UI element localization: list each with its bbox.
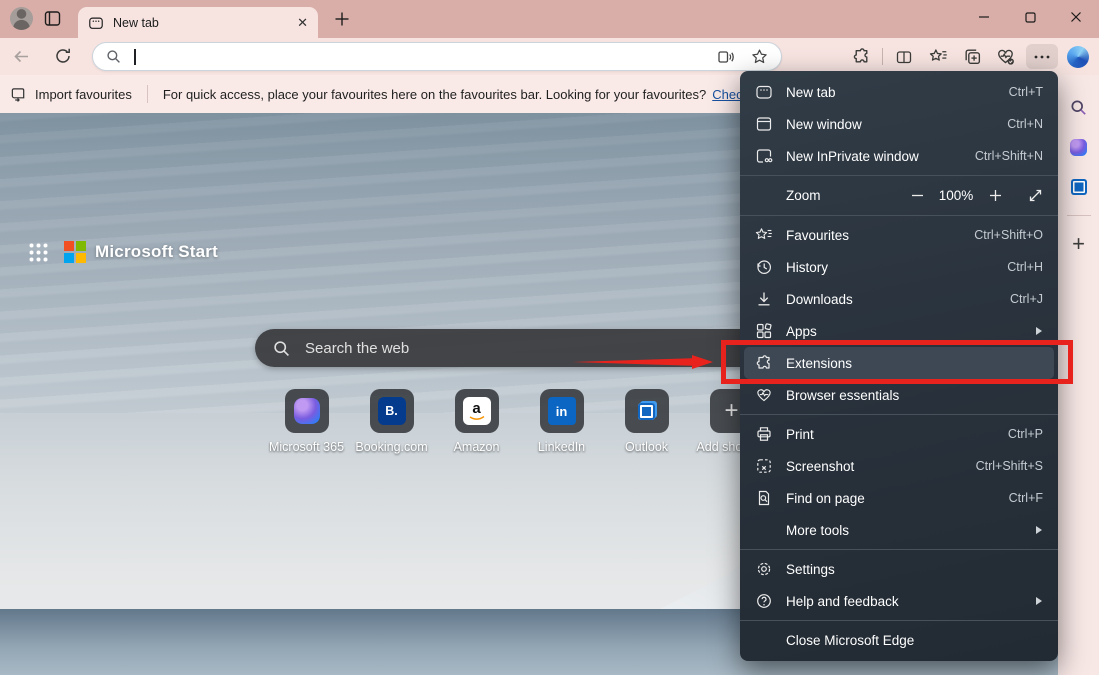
back-icon[interactable]	[12, 47, 31, 66]
menu-item-more-tools[interactable]: More tools	[740, 514, 1058, 546]
toolbar-icons	[844, 38, 1097, 75]
sidebar-microsoft-365-icon[interactable]	[1058, 127, 1099, 167]
menu-item-downloads[interactable]: Downloads Ctrl+J	[740, 283, 1058, 315]
menu-item-new-window[interactable]: New window Ctrl+N	[740, 108, 1058, 140]
read-aloud-icon[interactable]	[717, 48, 735, 66]
search-placeholder: Search the web	[305, 340, 409, 357]
sidebar-search-icon[interactable]	[1058, 87, 1099, 127]
submenu-chevron-icon	[1035, 525, 1043, 535]
tab-title: New tab	[113, 16, 288, 30]
profile-avatar[interactable]	[10, 7, 33, 30]
menu-separator	[740, 414, 1058, 415]
toolbar-divider	[882, 48, 883, 65]
menu-item-close-microsoft-edge[interactable]: Close Microsoft Edge	[740, 624, 1058, 656]
browser-window: New tab ✕	[0, 0, 1099, 675]
copilot-icon[interactable]	[1067, 46, 1089, 68]
address-bar[interactable]	[92, 42, 782, 71]
history-icon	[754, 258, 773, 276]
menu-item-screenshot[interactable]: Screenshot Ctrl+Shift+S	[740, 450, 1058, 482]
menu-item-history[interactable]: History Ctrl+H	[740, 251, 1058, 283]
menu-item-find-on-page[interactable]: Find on page Ctrl+F	[740, 482, 1058, 514]
apps-icon	[754, 322, 773, 340]
tile-linkedin[interactable]: in LinkedIn	[519, 389, 604, 454]
tab-favicon	[88, 15, 104, 31]
brand-title: Microsoft Start	[95, 242, 218, 262]
booking-icon: B.	[378, 397, 406, 425]
toolbar	[0, 38, 1099, 75]
maximize-button[interactable]	[1007, 0, 1053, 34]
window-controls	[961, 0, 1099, 34]
menu-item-print[interactable]: Print Ctrl+P	[740, 418, 1058, 450]
menu-item-new-tab[interactable]: New tab Ctrl+T	[740, 76, 1058, 108]
amazon-icon: a	[463, 397, 491, 425]
submenu-chevron-icon	[1035, 596, 1043, 606]
microsoft-logo-icon	[64, 241, 86, 263]
menu-item-favourites[interactable]: Favourites Ctrl+Shift+O	[740, 219, 1058, 251]
tile-amazon[interactable]: a Amazon	[434, 389, 519, 454]
tab-new-tab[interactable]: New tab ✕	[78, 7, 318, 38]
menu-item-new-inprivate-window[interactable]: New InPrivate window Ctrl+Shift+N	[740, 140, 1058, 172]
import-favourites-icon	[10, 86, 27, 103]
import-favourites-button[interactable]: Import favourites	[35, 87, 132, 102]
search-icon	[273, 340, 290, 357]
help-icon	[754, 592, 773, 610]
favbar-divider	[147, 85, 148, 103]
screenshot-icon	[754, 457, 773, 475]
split-screen-icon[interactable]	[887, 48, 921, 66]
search-icon	[106, 49, 121, 64]
sidebar-add-icon[interactable]: +	[1058, 224, 1099, 264]
submenu-chevron-icon	[1035, 326, 1043, 336]
zoom-value: 100%	[932, 188, 980, 203]
tile-outlook[interactable]: Outlook	[604, 389, 689, 454]
microsoft-365-icon	[294, 398, 320, 424]
tile-microsoft-365[interactable]: Microsoft 365	[264, 389, 349, 454]
favbar-message: For quick access, place your favourites …	[163, 87, 706, 102]
collections-icon[interactable]	[955, 47, 989, 66]
fullscreen-icon[interactable]	[1028, 188, 1043, 203]
menu-item-zoom: Zoom 100%	[740, 179, 1058, 212]
menu-item-settings[interactable]: Settings	[740, 553, 1058, 585]
new-window-icon	[754, 115, 773, 133]
menu-item-help-and-feedback[interactable]: Help and feedback	[740, 585, 1058, 617]
text-caret	[134, 49, 136, 65]
browser-essentials-icon[interactable]	[989, 47, 1023, 67]
tab-strip: New tab ✕	[0, 0, 1099, 38]
linkedin-icon: in	[548, 397, 576, 425]
minimize-button[interactable]	[961, 0, 1007, 34]
new-tab-icon	[754, 83, 773, 101]
outlook-icon	[638, 403, 655, 420]
menu-separator	[740, 215, 1058, 216]
refresh-icon[interactable]	[54, 47, 72, 65]
sidebar-outlook-icon[interactable]	[1058, 167, 1099, 207]
settings-and-more-button[interactable]	[1026, 44, 1058, 69]
new-tab-button[interactable]	[332, 9, 352, 29]
brand: Microsoft Start	[64, 241, 218, 263]
downloads-icon	[754, 290, 773, 308]
find-on-page-icon	[754, 489, 773, 507]
zoom-out-button[interactable]	[902, 183, 932, 209]
settings-gear-icon	[754, 560, 773, 578]
app-launcher-icon[interactable]	[28, 242, 49, 263]
menu-separator	[740, 620, 1058, 621]
sidebar-divider	[1067, 215, 1091, 216]
annotation-highlight-box	[721, 340, 1073, 384]
favourites-icon	[754, 226, 773, 244]
plus-icon: +	[724, 399, 738, 423]
browser-essentials-icon	[754, 386, 773, 404]
inprivate-icon	[754, 147, 773, 165]
menu-separator	[740, 549, 1058, 550]
annotation-arrow	[572, 352, 714, 372]
close-button[interactable]	[1053, 0, 1099, 34]
menu-separator	[740, 175, 1058, 176]
print-icon	[754, 425, 773, 443]
tile-booking[interactable]: B. Booking.com	[349, 389, 434, 454]
tab-close-icon[interactable]: ✕	[297, 16, 308, 29]
favourite-star-icon[interactable]	[751, 48, 768, 65]
favourites-icon[interactable]	[921, 47, 955, 66]
zoom-in-button[interactable]	[980, 183, 1010, 209]
tab-actions-icon[interactable]	[44, 10, 61, 27]
extensions-icon[interactable]	[844, 47, 878, 66]
shortcut-tiles: Microsoft 365 B. Booking.com a Amazon in…	[264, 389, 774, 454]
